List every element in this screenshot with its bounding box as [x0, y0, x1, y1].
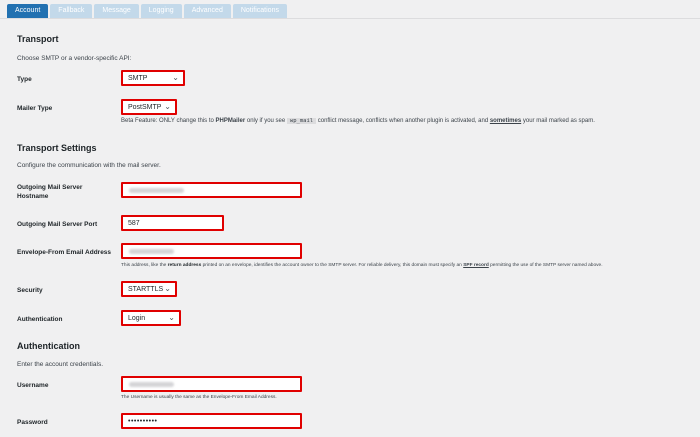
username-input[interactable]	[121, 376, 302, 392]
chevron-down-icon: ⌄	[172, 73, 179, 82]
redacted-value	[129, 249, 174, 254]
port-input[interactable]: 587	[121, 215, 224, 231]
transport-description: Choose SMTP or a vendor-specific API:	[17, 55, 132, 62]
authentication-select[interactable]: Login ⌄	[121, 310, 181, 326]
type-select[interactable]: SMTP ⌄	[121, 70, 185, 86]
transport-settings-description: Configure the communication with the mai…	[17, 162, 161, 169]
mailer-type-select-value: PostSMTP	[128, 104, 162, 111]
tab-notifications[interactable]: Notifications	[232, 4, 287, 18]
tab-divider	[0, 18, 700, 19]
tab-advanced[interactable]: Advanced	[183, 4, 231, 18]
transport-heading: Transport	[17, 34, 59, 44]
authentication-select-value: Login	[128, 315, 146, 322]
redacted-value	[129, 382, 174, 387]
transport-settings-heading: Transport Settings	[17, 143, 97, 153]
redacted-value	[129, 188, 184, 193]
password-label: Password	[17, 419, 48, 426]
envelope-from-hint: This address, like the return address pr…	[121, 263, 603, 268]
envelope-from-input[interactable]	[121, 243, 302, 259]
username-hint: The Username is usually the same as the …	[121, 395, 277, 400]
port-label: Outgoing Mail Server Port	[17, 221, 98, 228]
chevron-down-icon: ⌄	[164, 102, 171, 111]
sometimes-link[interactable]: sometimes	[490, 118, 521, 124]
hostname-input[interactable]	[121, 182, 302, 198]
password-input-value: ••••••••••	[128, 418, 158, 425]
type-label: Type	[17, 76, 32, 83]
mailer-type-select[interactable]: PostSMTP ⌄	[121, 99, 177, 115]
security-label: Security	[17, 287, 43, 294]
chevron-down-icon: ⌄	[164, 284, 171, 293]
envelope-from-label: Envelope-From Email Address	[17, 249, 112, 256]
type-select-value: SMTP	[128, 75, 148, 82]
password-input[interactable]: ••••••••••	[121, 413, 302, 429]
settings-tabs: Account Fallback Message Logging Advance…	[7, 4, 700, 18]
port-input-value: 587	[128, 220, 140, 227]
security-select[interactable]: STARTTLS ⌄	[121, 281, 177, 297]
tab-account[interactable]: Account	[7, 4, 49, 18]
authentication-label: Authentication	[17, 316, 63, 323]
authentication-heading: Authentication	[17, 341, 80, 351]
mailer-type-label: Mailer Type	[17, 105, 53, 112]
tab-message[interactable]: Message	[94, 4, 139, 18]
authentication-description: Enter the account credentials.	[17, 361, 103, 368]
security-select-value: STARTTLS	[128, 286, 164, 293]
chevron-down-icon: ⌄	[168, 313, 175, 322]
username-label: Username	[17, 382, 49, 389]
tab-logging[interactable]: Logging	[140, 4, 182, 18]
spf-record-link[interactable]: SPF record	[463, 263, 489, 268]
tab-fallback[interactable]: Fallback	[50, 4, 93, 18]
hostname-label: Outgoing Mail Server Hostname	[17, 184, 83, 200]
beta-feature-note: Beta Feature: ONLY change this to PHPMai…	[121, 118, 595, 124]
